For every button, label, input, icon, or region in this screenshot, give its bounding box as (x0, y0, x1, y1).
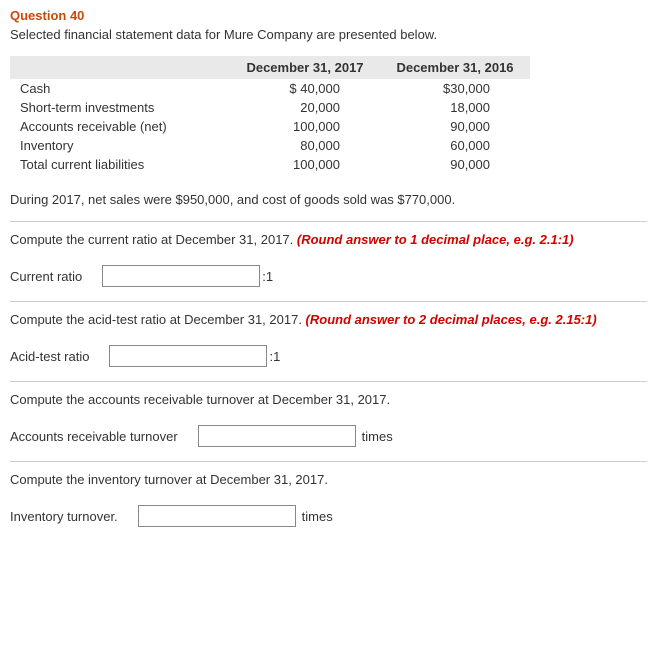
row-val-2017: $ 40,000 (230, 79, 380, 98)
field-label-current-ratio: Current ratio (10, 269, 82, 284)
row-label: Cash (10, 79, 230, 98)
divider (10, 381, 647, 382)
table-row: Short-term investments 20,000 18,000 (10, 98, 530, 117)
table-row: Accounts receivable (net) 100,000 90,000 (10, 117, 530, 136)
suffix-ratio: :1 (262, 269, 273, 284)
prompt-inv-turnover: Compute the inventory turnover at Decemb… (10, 472, 647, 487)
acid-test-input[interactable] (109, 345, 267, 367)
table-row: Inventory 80,000 60,000 (10, 136, 530, 155)
mid-text: During 2017, net sales were $950,000, an… (10, 192, 647, 207)
row-val-2017: 100,000 (230, 117, 380, 136)
field-label-acid-test: Acid-test ratio (10, 349, 89, 364)
inv-turnover-input[interactable] (138, 505, 296, 527)
col-header-2016: December 31, 2016 (380, 56, 530, 79)
prompt-text: Compute the current ratio at December 31… (10, 232, 297, 247)
row-label: Short-term investments (10, 98, 230, 117)
suffix-times: times (362, 429, 393, 444)
current-ratio-input[interactable] (102, 265, 260, 287)
row-val-2017: 80,000 (230, 136, 380, 155)
divider (10, 221, 647, 222)
table-row: Total current liabilities 100,000 90,000 (10, 155, 530, 174)
hint-text: (Round answer to 1 decimal place, e.g. 2… (297, 232, 574, 247)
question-title: Question 40 (10, 8, 647, 23)
divider (10, 461, 647, 462)
prompt-text: Compute the acid-test ratio at December … (10, 312, 306, 327)
divider (10, 301, 647, 302)
suffix-times: times (302, 509, 333, 524)
row-val-2016: 60,000 (380, 136, 530, 155)
prompt-current-ratio: Compute the current ratio at December 31… (10, 232, 647, 247)
financial-table: December 31, 2017 December 31, 2016 Cash… (10, 56, 530, 174)
ar-turnover-input[interactable] (198, 425, 356, 447)
row-val-2017: 20,000 (230, 98, 380, 117)
row-val-2016: $30,000 (380, 79, 530, 98)
question-intro: Selected financial statement data for Mu… (10, 27, 647, 42)
prompt-text: Compute the accounts receivable turnover… (10, 392, 390, 407)
prompt-ar-turnover: Compute the accounts receivable turnover… (10, 392, 647, 407)
prompt-acid-test: Compute the acid-test ratio at December … (10, 312, 647, 327)
row-label: Accounts receivable (net) (10, 117, 230, 136)
field-label-ar-turnover: Accounts receivable turnover (10, 429, 178, 444)
table-row: Cash $ 40,000 $30,000 (10, 79, 530, 98)
field-label-inv-turnover: Inventory turnover. (10, 509, 118, 524)
row-val-2016: 18,000 (380, 98, 530, 117)
prompt-text: Compute the inventory turnover at Decemb… (10, 472, 328, 487)
suffix-ratio: :1 (269, 349, 280, 364)
row-label: Total current liabilities (10, 155, 230, 174)
hint-text: (Round answer to 2 decimal places, e.g. … (306, 312, 597, 327)
row-label: Inventory (10, 136, 230, 155)
row-val-2016: 90,000 (380, 117, 530, 136)
row-val-2016: 90,000 (380, 155, 530, 174)
row-val-2017: 100,000 (230, 155, 380, 174)
col-header-2017: December 31, 2017 (230, 56, 380, 79)
